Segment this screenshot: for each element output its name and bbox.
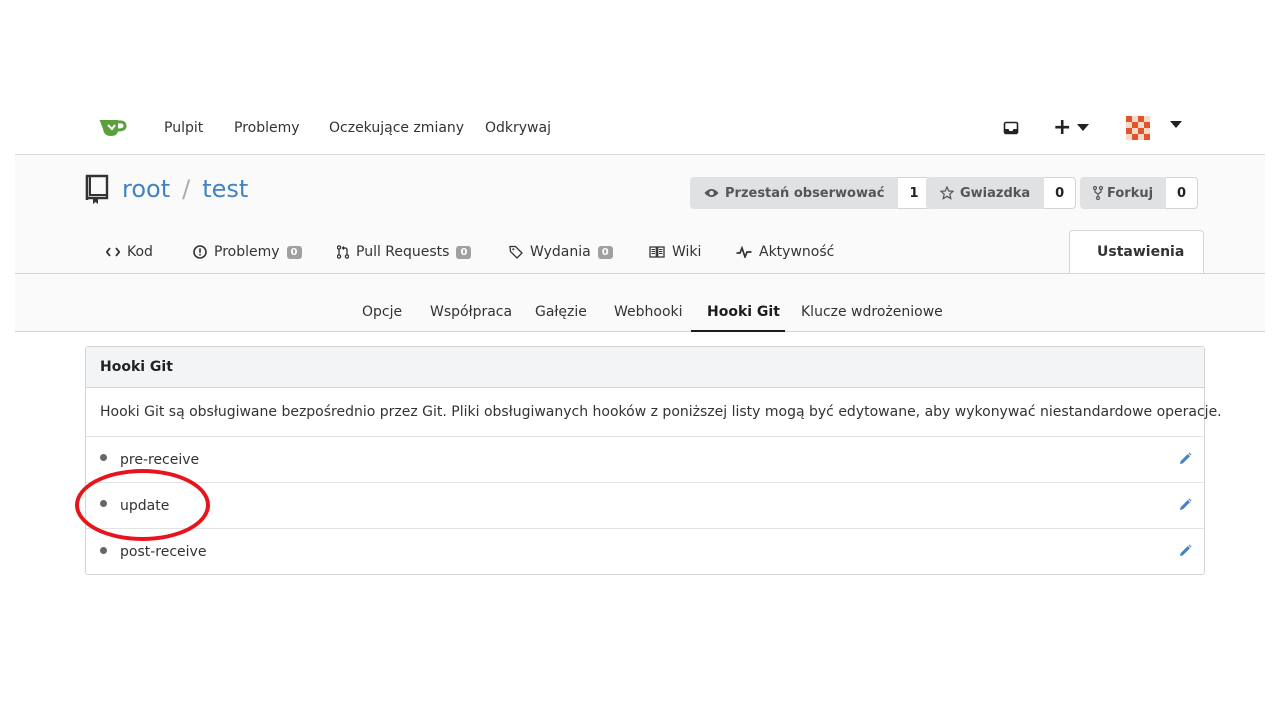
repo-name-link[interactable]: test — [202, 175, 248, 203]
pencil-icon[interactable] — [1178, 544, 1192, 558]
nav-dashboard[interactable]: Pulpit — [164, 120, 203, 136]
hook-name: update — [120, 497, 170, 514]
tab-wiki[interactable]: Wiki — [649, 230, 701, 274]
panel-title: Hooki Git — [86, 347, 1204, 388]
star-button-group: Gwiazdka 0 — [926, 177, 1077, 209]
tab-issues-label: Problemy — [214, 244, 280, 260]
caret-down-icon — [1077, 124, 1090, 131]
tab-code-label: Kod — [127, 244, 153, 260]
subtabs-divider — [15, 331, 1265, 332]
tab-releases[interactable]: Wydania 0 — [509, 230, 613, 274]
hook-name: post-receive — [120, 544, 207, 560]
watch-button-group: Przestań obserwować 1 — [690, 177, 931, 209]
tab-settings-label: Ustawienia — [1097, 244, 1185, 260]
issues-count-badge: 0 — [286, 245, 302, 259]
fork-button[interactable]: Forkuj — [1080, 177, 1167, 209]
create-new-menu[interactable]: + — [1053, 115, 1090, 140]
fork-count[interactable]: 0 — [1166, 177, 1199, 209]
panel-description: Hooki Git są obsługiwane bezpośrednio pr… — [86, 388, 1222, 437]
repo-separator: / — [182, 175, 191, 203]
star-icon — [940, 186, 954, 200]
git-hooks-panel: Hooki Git Hooki Git są obsługiwane bezpo… — [85, 346, 1222, 575]
list-item: update — [86, 483, 1204, 529]
book-icon — [649, 246, 665, 258]
tab-settings[interactable]: Ustawienia — [1069, 230, 1204, 274]
nav-pull-requests[interactable]: Oczekujące zmiany — [329, 120, 464, 136]
repo-tabs: Kod Problemy 0 Pull Requests 0 Wydania 0… — [15, 230, 1265, 274]
bullet-icon — [100, 546, 107, 554]
list-item: post-receive — [86, 529, 1204, 575]
tab-activity[interactable]: Aktywność — [736, 230, 834, 274]
caret-down-icon — [1170, 121, 1182, 128]
star-button[interactable]: Gwiazdka — [926, 177, 1045, 209]
subtab-deploy-keys[interactable]: Klucze wdrożeniowe — [801, 304, 943, 320]
subtab-branches[interactable]: Gałęzie — [535, 304, 587, 320]
unwatch-label: Przestań obserwować — [725, 185, 885, 201]
pencil-icon[interactable] — [1178, 452, 1192, 466]
subtab-webhooks[interactable]: Webhooki — [614, 304, 683, 320]
hook-name: pre-receive — [120, 451, 200, 468]
repo-title: root / test — [84, 173, 248, 205]
tab-releases-label: Wydania — [530, 244, 591, 260]
active-subtab-indicator — [691, 330, 785, 332]
star-label: Gwiazdka — [960, 185, 1031, 201]
tab-issues[interactable]: Problemy 0 — [193, 230, 302, 274]
fork-icon — [1093, 186, 1103, 200]
tag-icon — [509, 245, 523, 259]
settings-subtabs: Opcje Współpraca Gałęzie Webhooki Hooki … — [0, 294, 1280, 332]
tab-pull-requests-label: Pull Requests — [356, 244, 450, 260]
unwatch-button[interactable]: Przestań obserwować — [690, 177, 899, 209]
subtab-git-hooks[interactable]: Hooki Git — [707, 304, 780, 320]
eye-icon — [704, 189, 719, 197]
nav-issues[interactable]: Problemy — [234, 120, 300, 136]
list-item: pre-receive — [86, 437, 1204, 483]
gitea-logo-icon[interactable] — [98, 116, 128, 140]
repo-icon — [85, 174, 109, 204]
avatar — [1126, 116, 1150, 140]
star-count[interactable]: 0 — [1044, 177, 1077, 209]
pulse-icon — [736, 246, 752, 258]
tab-wiki-label: Wiki — [672, 244, 702, 260]
fork-label: Forkuj — [1107, 185, 1154, 201]
bullet-icon — [100, 500, 107, 507]
inbox-icon[interactable] — [1003, 117, 1019, 139]
issue-opened-icon — [193, 245, 207, 259]
releases-count-badge: 0 — [597, 245, 613, 259]
tab-activity-label: Aktywność — [759, 244, 835, 260]
fork-button-group: Forkuj 0 — [1080, 177, 1199, 209]
repo-owner-link[interactable]: root — [122, 175, 170, 203]
code-icon — [106, 247, 120, 257]
nav-explore[interactable]: Odkrywaj — [485, 120, 551, 136]
repo-tabs-divider — [15, 273, 1265, 274]
tab-pull-requests[interactable]: Pull Requests 0 — [337, 230, 472, 274]
pulls-count-badge: 0 — [456, 245, 472, 259]
bullet-icon — [100, 454, 107, 461]
pull-request-icon — [337, 245, 349, 259]
subtab-collaboration[interactable]: Współpraca — [430, 304, 512, 320]
top-navbar: Pulpit Problemy Oczekujące zmiany Odkryw… — [0, 100, 1280, 156]
subtab-options[interactable]: Opcje — [362, 304, 402, 320]
tab-code[interactable]: Kod — [106, 230, 153, 274]
plus-icon: + — [1053, 115, 1072, 140]
user-menu[interactable] — [1126, 116, 1182, 140]
pencil-icon[interactable] — [1178, 498, 1192, 512]
